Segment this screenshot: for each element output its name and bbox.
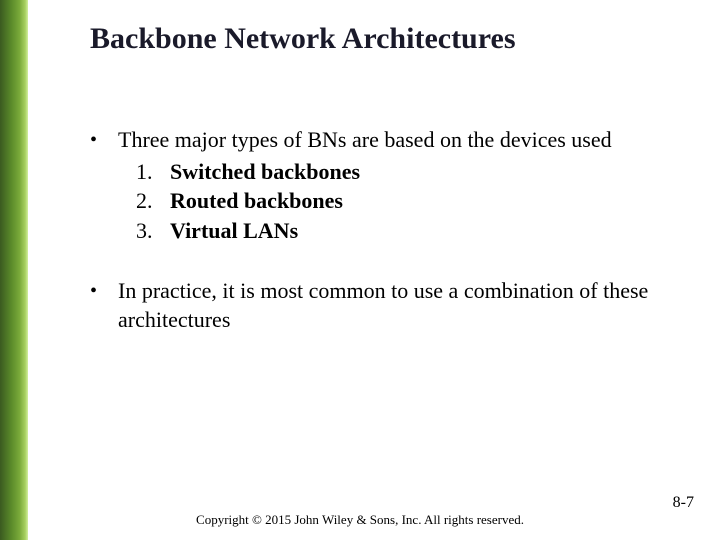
bullet-text: Three major types of BNs are based on th… <box>118 125 678 246</box>
footer-copyright: Copyright © 2015 John Wiley & Sons, Inc.… <box>196 512 524 528</box>
numbered-item: 2. Routed backbones <box>136 186 678 216</box>
bullet-item: • Three major types of BNs are based on … <box>90 125 678 246</box>
number-label: Switched backbones <box>170 157 360 187</box>
bullet-marker: • <box>90 276 118 337</box>
bullet-lead: Three major types of BNs are based on th… <box>118 125 678 155</box>
slide-title: Backbone Network Architectures <box>90 22 678 55</box>
number-marker: 3. <box>136 216 170 246</box>
bullet-marker: • <box>90 125 118 246</box>
number-marker: 1. <box>136 157 170 187</box>
bullet-text: In practice, it is most common to use a … <box>118 276 678 337</box>
bullet-lead: In practice, it is most common to use a … <box>118 276 678 335</box>
slide-content: Backbone Network Architectures • Three m… <box>28 0 720 540</box>
number-label: Virtual LANs <box>170 216 298 246</box>
bullet-item: • In practice, it is most common to use … <box>90 276 678 337</box>
numbered-item: 1. Switched backbones <box>136 157 678 187</box>
page-number: 8-7 <box>673 494 694 512</box>
number-label: Routed backbones <box>170 186 343 216</box>
number-marker: 2. <box>136 186 170 216</box>
accent-sidebar <box>0 0 28 540</box>
numbered-item: 3. Virtual LANs <box>136 216 678 246</box>
